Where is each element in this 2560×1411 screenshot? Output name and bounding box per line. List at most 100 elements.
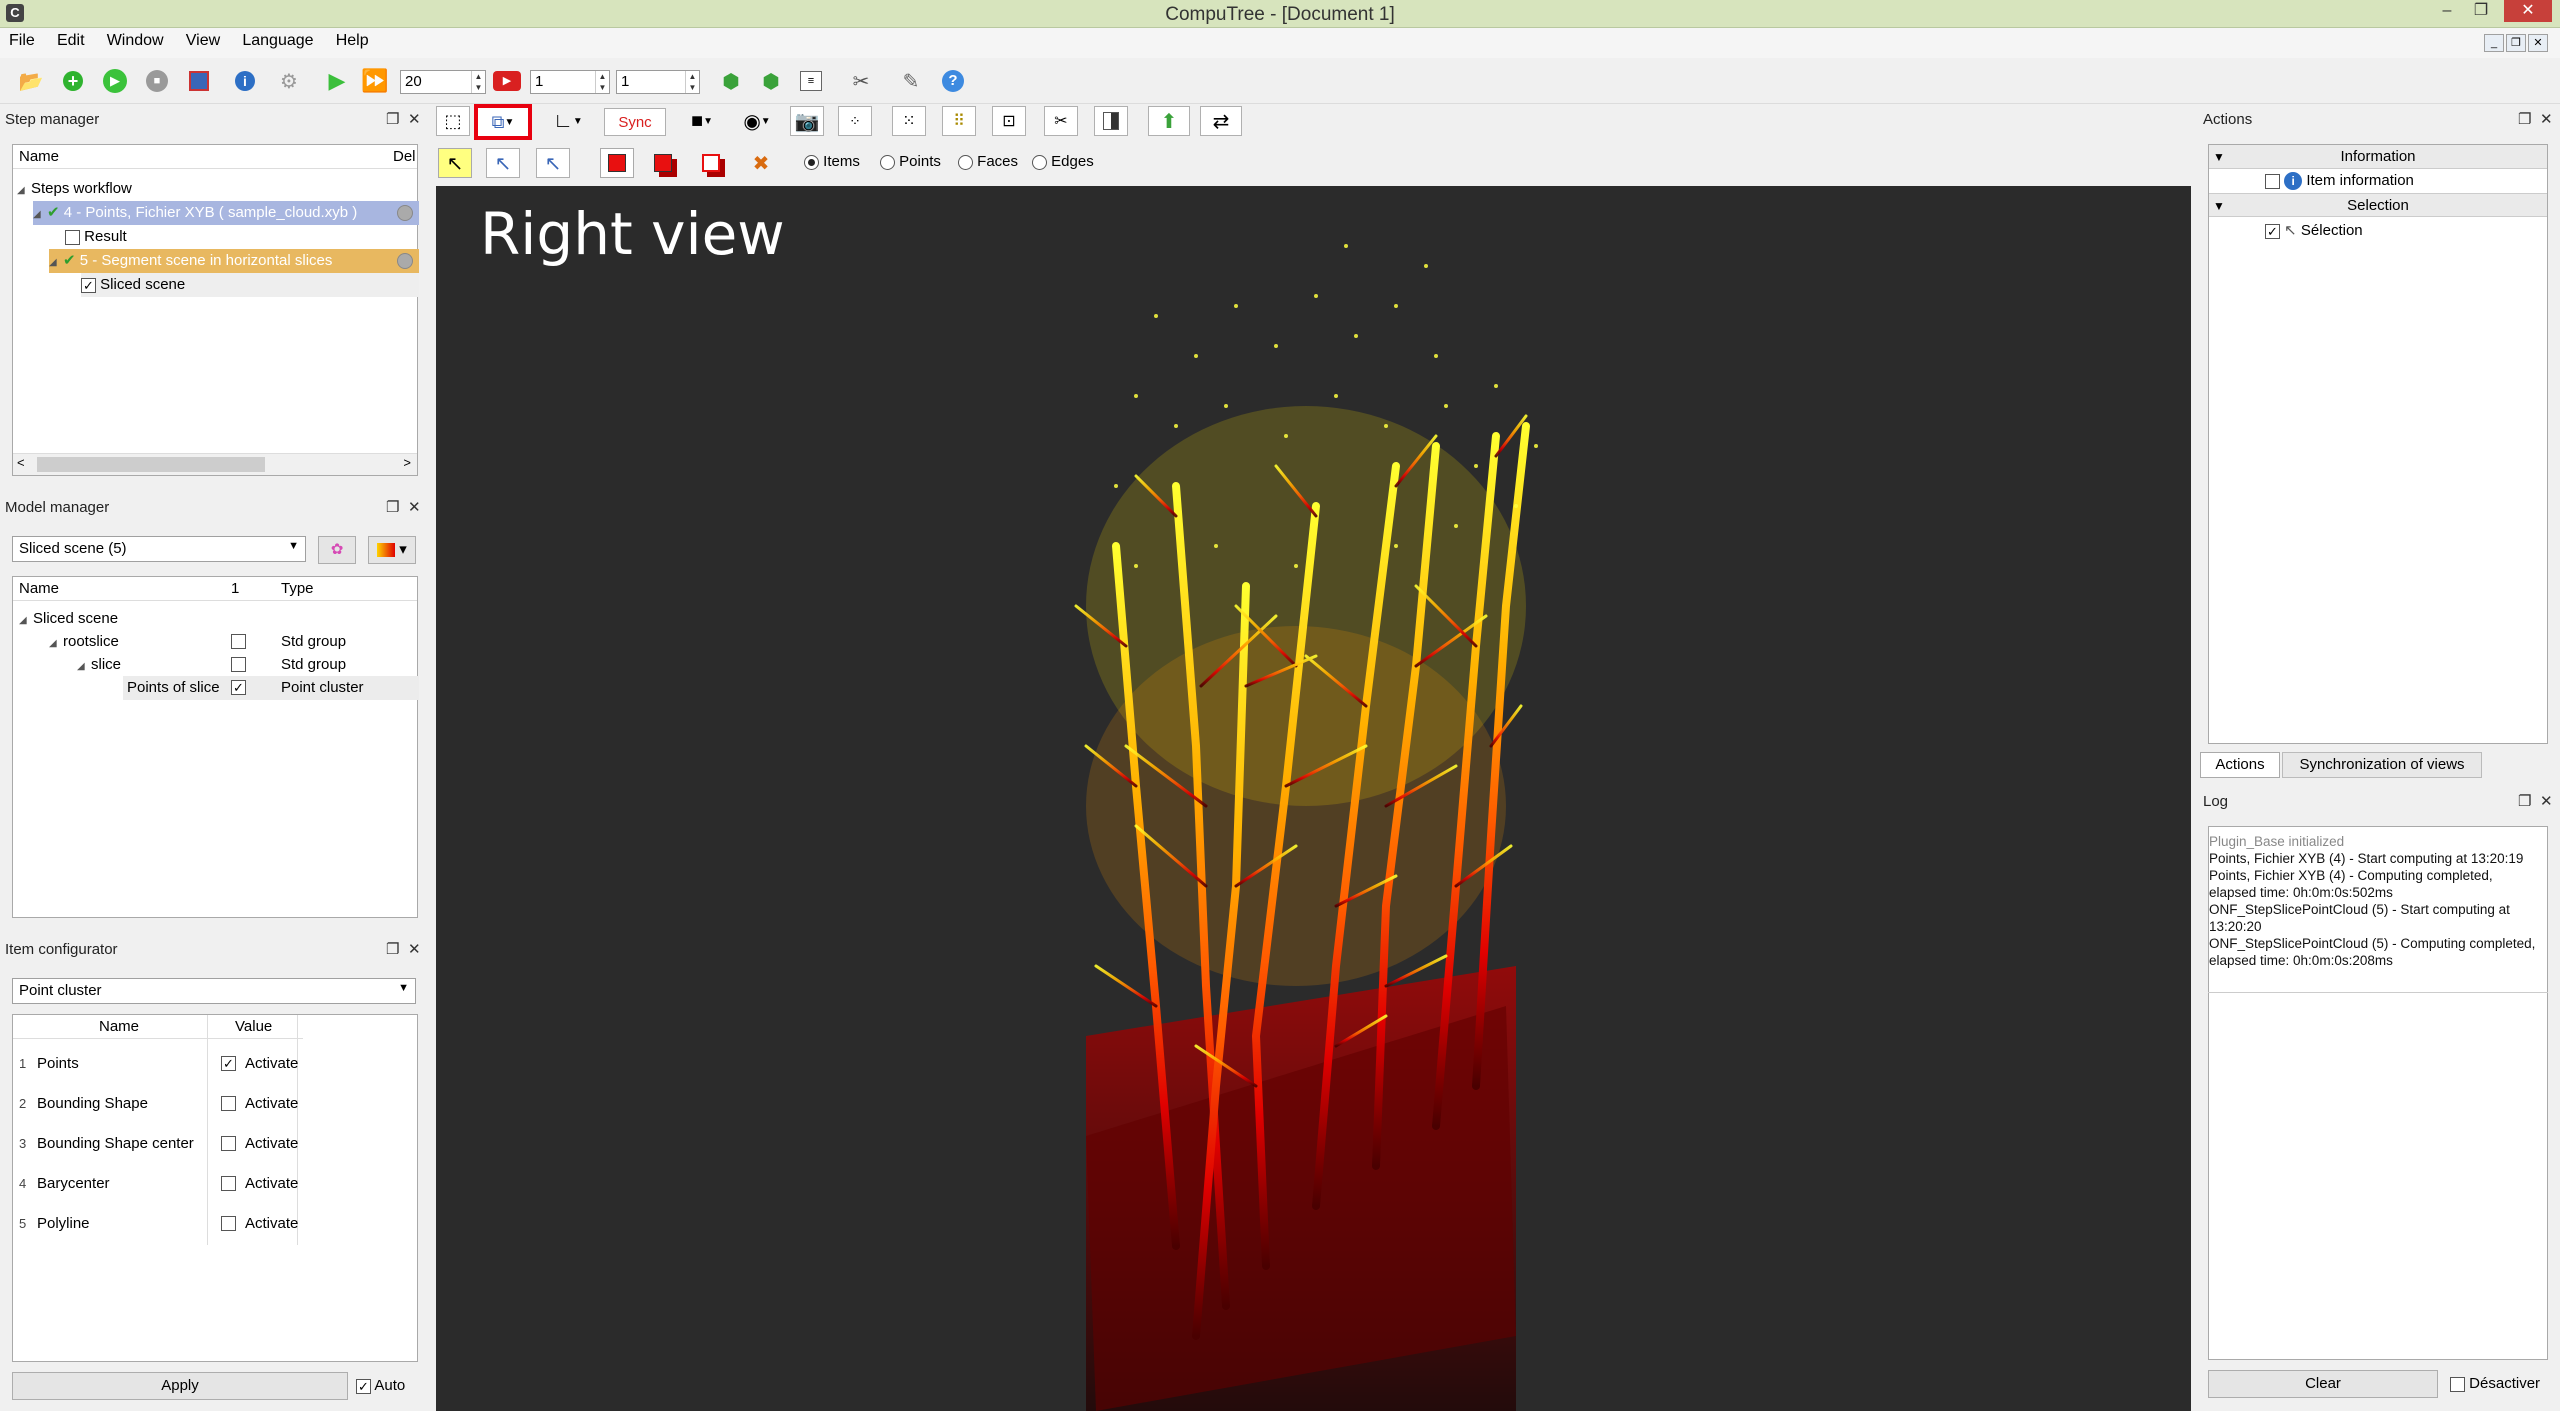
mdi-close-button[interactable]: ✕ <box>2528 34 2548 52</box>
expand-icon[interactable]: ◢ <box>17 179 31 203</box>
tree-sliced-scene[interactable]: ✓ Sliced scene <box>81 273 419 297</box>
tree-step-5[interactable]: ◢ ✔ 5 - Segment scene in horizontal slice… <box>49 249 419 273</box>
config-row[interactable]: 1 Points ✓ Activate <box>19 1052 299 1076</box>
column-value[interactable]: Value <box>235 1018 272 1035</box>
points-radio[interactable] <box>880 154 895 170</box>
step-interval-spinbox[interactable]: 20 ▲ ▼ <box>400 70 486 94</box>
scroll-left-icon[interactable]: < <box>17 455 25 470</box>
axis-button[interactable]: ∟ ▼ <box>546 106 590 136</box>
column-type[interactable]: Type <box>281 580 314 597</box>
config-row[interactable]: 2 Bounding Shape Activate <box>19 1092 299 1116</box>
float-icon[interactable]: ❐ <box>386 498 399 516</box>
tree-root[interactable]: ◢ Steps workflow <box>17 177 132 201</box>
fit-view-icon[interactable]: ⊡ <box>992 106 1026 136</box>
spin-arrows-icon[interactable]: ▲ ▼ <box>595 71 609 93</box>
mdi-minimize-button[interactable]: _ <box>2484 34 2504 52</box>
float-icon[interactable]: ❐ <box>386 940 399 958</box>
add-step-icon[interactable]: + <box>58 66 88 96</box>
screenshot-icon[interactable]: 📷 <box>790 106 824 136</box>
select-pointer-icon[interactable]: ↖ <box>438 148 472 178</box>
spin-arrows-icon[interactable]: ▲ ▼ <box>471 71 485 93</box>
model-row-rootslice[interactable]: ◢ rootslice Std group <box>49 630 419 654</box>
dropdown-arrow-icon[interactable]: ▼ <box>398 982 409 994</box>
menu-edit[interactable]: Edit <box>48 28 94 58</box>
model-tree[interactable]: Name 1 Type ◢ Sliced scene ◢ rootslice Std… <box>12 576 419 918</box>
column-1[interactable]: 1 <box>231 580 239 597</box>
action-item-information[interactable]: i Item information <box>2265 169 2414 193</box>
tools-icon[interactable]: ✂ <box>846 66 876 96</box>
perspective-icon[interactable]: ⬚ <box>436 106 470 136</box>
float-icon[interactable]: ❐ <box>2518 110 2531 128</box>
select-mode-points[interactable]: Points <box>880 150 941 174</box>
config-row[interactable]: 5 Polyline Activate <box>19 1212 299 1236</box>
column-del[interactable]: Del <box>393 148 416 165</box>
mdi-restore-button[interactable]: ❐ <box>2506 34 2526 52</box>
globe-icon[interactable]: ⬢ <box>716 66 746 96</box>
float-icon[interactable]: ❐ <box>2518 792 2531 810</box>
swap-icon[interactable]: ⇄ <box>1200 106 1242 136</box>
menu-file[interactable]: File <box>0 28 44 58</box>
close-button[interactable]: ✕ <box>2504 0 2552 22</box>
select-add-icon[interactable]: ↖ <box>486 148 520 178</box>
selection-checkbox[interactable]: ✓ <box>2265 223 2280 239</box>
end-value-spinbox[interactable]: 1 ▲ ▼ <box>616 70 700 94</box>
menu-view[interactable]: View <box>177 28 229 58</box>
horizontal-scrollbar[interactable]: < > <box>13 453 417 475</box>
settings-tools-icon[interactable]: ✂ <box>1044 106 1078 136</box>
close-icon[interactable]: ✕ <box>408 940 421 958</box>
brush-icon[interactable]: ✎ <box>896 66 926 96</box>
faces-radio[interactable] <box>958 154 973 170</box>
step-tree[interactable]: Name Del ◢ Steps workflow ◢ ✔ 4 - Points, … <box>12 144 419 476</box>
plugin-icon[interactable]: ⚙ <box>274 66 304 96</box>
close-icon[interactable]: ✕ <box>408 110 421 128</box>
3d-viewer[interactable] <box>436 186 2191 1411</box>
start-value-spinbox[interactable]: 1 ▲ ▼ <box>530 70 610 94</box>
record-icon[interactable]: ▶ <box>492 66 522 96</box>
expand-icon[interactable]: ◢ <box>77 655 91 679</box>
model-row-slice[interactable]: ◢ slice Std group <box>77 653 419 677</box>
bounding-shape-activate-checkbox[interactable] <box>221 1096 236 1111</box>
auto-checkbox[interactable]: ✓ <box>356 1378 371 1394</box>
tree-result[interactable]: Result <box>65 225 127 249</box>
run-icon[interactable]: ▶ <box>100 66 130 96</box>
group-selection[interactable]: ▼ Selection <box>2209 193 2547 217</box>
column-name[interactable]: Name <box>99 1018 139 1035</box>
delete-step-icon[interactable] <box>397 253 413 269</box>
color-wheel-button[interactable]: ✿ <box>318 536 356 564</box>
select-box-remove-icon[interactable] <box>694 148 728 178</box>
items-radio[interactable] <box>804 154 819 170</box>
action-item-selection[interactable]: ✓ ↖ Sélection <box>2265 219 2363 243</box>
grid-icon[interactable]: ⠿ <box>942 106 976 136</box>
rootslice-checkbox[interactable] <box>231 634 246 649</box>
expand-icon[interactable]: ◢ <box>33 203 47 227</box>
camera-button[interactable]: ■ ▼ <box>680 106 724 136</box>
stop-icon[interactable]: ■ <box>142 66 172 96</box>
actions-tree[interactable]: ▼ Information i Item information ▼ Selec… <box>2208 144 2548 744</box>
column-name[interactable]: Name <box>19 148 59 165</box>
point-size-large-icon[interactable]: ⁙ <box>892 106 926 136</box>
spin-arrows-icon[interactable]: ▲ ▼ <box>685 71 699 93</box>
result-checkbox[interactable] <box>65 229 80 245</box>
edges-radio[interactable] <box>1032 154 1047 170</box>
apply-button[interactable]: Apply <box>12 1372 348 1400</box>
model-row-points-of-slice[interactable]: Points of slice ✓ Point cluster <box>123 676 419 700</box>
select-mode-edges[interactable]: Edges <box>1032 150 1094 174</box>
restore-button[interactable]: ❐ <box>2464 0 2498 22</box>
clear-log-button[interactable]: Clear <box>2208 1370 2438 1398</box>
menu-language[interactable]: Language <box>233 28 322 58</box>
expand-icon[interactable]: ◢ <box>49 251 63 275</box>
column-name[interactable]: Name <box>19 580 59 597</box>
select-box-add-icon[interactable] <box>646 148 680 178</box>
menu-help[interactable]: Help <box>327 28 378 58</box>
barycenter-activate-checkbox[interactable] <box>221 1176 236 1191</box>
disable-log-option[interactable]: Désactiver <box>2450 1372 2540 1396</box>
play-icon[interactable]: ▶ <box>322 66 352 96</box>
select-mode-faces[interactable]: Faces <box>958 150 1018 174</box>
config-row[interactable]: 4 Barycenter Activate <box>19 1172 299 1196</box>
close-icon[interactable]: ✕ <box>2540 792 2553 810</box>
save-icon[interactable] <box>184 66 214 96</box>
sliced-scene-checkbox[interactable]: ✓ <box>81 277 96 293</box>
contrast-icon[interactable] <box>1094 106 1128 136</box>
scroll-right-icon[interactable]: > <box>403 455 411 470</box>
gradient-button[interactable]: ▾ <box>368 536 416 564</box>
